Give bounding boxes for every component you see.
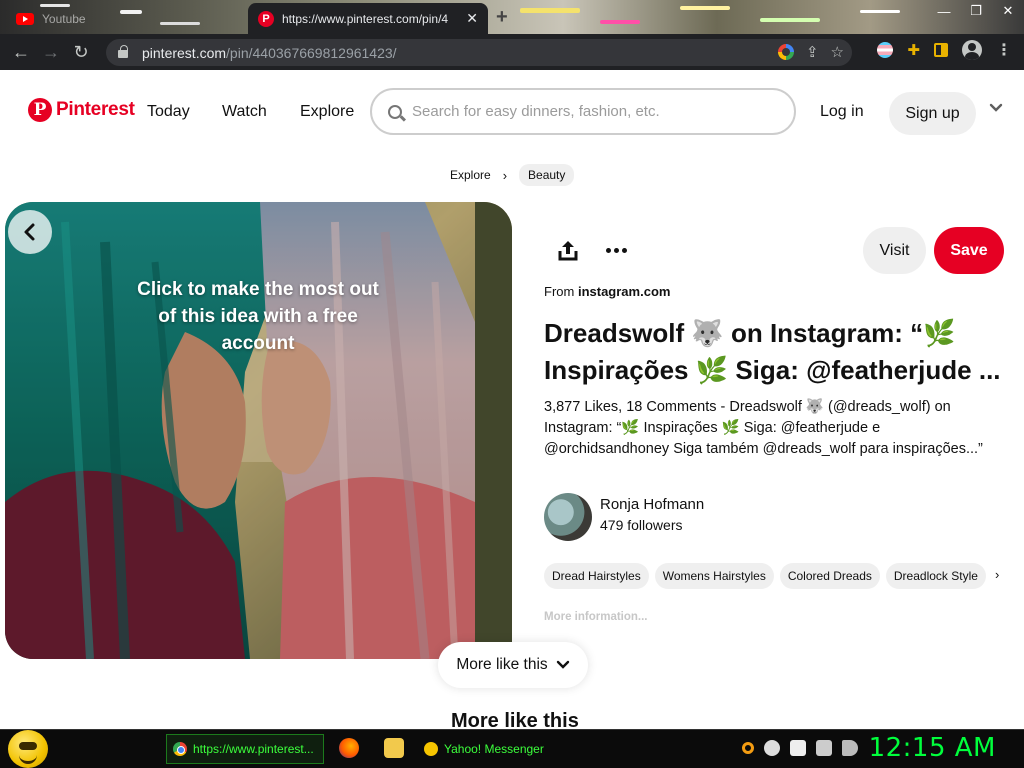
nav-watch[interactable]: Watch: [222, 103, 267, 121]
tag-list: Dread Hairstyles Womens Hairstyles Color…: [544, 563, 986, 589]
chevron-left-icon: [24, 223, 35, 241]
profile-avatar-icon[interactable]: [962, 40, 982, 60]
pin-description: 3,877 Likes, 18 Comments - Dreadswolf 🐺 …: [544, 399, 983, 457]
login-link[interactable]: Log in: [820, 103, 864, 121]
bookmark-star-icon[interactable]: ☆: [831, 43, 844, 61]
yahoo-messenger-icon: [424, 742, 438, 756]
pin-image[interactable]: [5, 202, 512, 659]
breadcrumb: Explore › Beauty: [450, 164, 575, 186]
tab-youtube-label: Youtube: [42, 12, 86, 26]
folder-icon[interactable]: [384, 738, 404, 758]
taskbar-yahoo-label: Yahoo! Messenger: [444, 742, 544, 756]
tab-close-icon[interactable]: ✕: [466, 10, 478, 27]
ellipsis-icon: [605, 247, 611, 253]
firefox-icon[interactable]: [339, 738, 359, 758]
pin-title: Dreadswolf 🐺 on Instagram: “🌿 Inspiraçõe…: [544, 318, 1001, 385]
youtube-icon: [16, 13, 34, 25]
tray-flag-icon[interactable]: [790, 740, 806, 756]
more-like-this-button[interactable]: More like this: [438, 642, 588, 688]
save-button[interactable]: Save: [934, 227, 1004, 274]
chevron-right-icon: ›: [502, 167, 508, 183]
tab-pinterest-label: https://www.pinterest.com/pin/4: [282, 11, 449, 26]
tray-volume-icon[interactable]: [842, 740, 858, 756]
signup-button[interactable]: Sign up: [889, 92, 976, 135]
tag-chip[interactable]: Colored Dreads: [779, 563, 880, 589]
lock-icon[interactable]: [118, 45, 128, 58]
extension-flag-icon[interactable]: [877, 42, 894, 58]
share-page-icon[interactable]: ⇪: [806, 43, 819, 61]
share-button[interactable]: [548, 232, 588, 268]
breadcrumb-beauty[interactable]: Beauty: [519, 164, 575, 186]
tag-chip[interactable]: Dread Hairstyles: [544, 563, 649, 589]
address-path: /pin/440367669812961423/: [226, 44, 397, 61]
tray-network-icon[interactable]: [816, 740, 832, 756]
address-bar[interactable]: pinterest.com/pin/440367669812961423/ ⇪ …: [106, 39, 852, 66]
creator-name[interactable]: Ronja Hofmann: [600, 496, 704, 513]
start-button-smiley-icon[interactable]: [8, 730, 48, 768]
more-information-link[interactable]: More information...: [544, 611, 648, 623]
new-tab-button[interactable]: +: [496, 6, 508, 29]
more-like-this-label: More like this: [456, 656, 548, 673]
taskbar: https://www.pinterest... Yahoo! Messenge…: [0, 729, 1024, 768]
browser-tab-strip: Youtube P https://www.pinterest.com/pin/…: [0, 0, 1024, 34]
tags-next-chevron-icon[interactable]: ›: [995, 567, 999, 582]
address-url: pinterest.com/pin/440367669812961423/: [142, 45, 397, 61]
chevron-down-icon: [556, 660, 569, 669]
search-input[interactable]: [412, 103, 772, 120]
signup-overlay-text[interactable]: Click to make the most out of this idea …: [133, 276, 383, 357]
pin-source-prefix: From: [544, 284, 575, 299]
nav-explore[interactable]: Explore: [300, 103, 354, 121]
taskbar-yahoo-item[interactable]: Yahoo! Messenger: [418, 734, 578, 764]
taskbar-chrome-label: https://www.pinterest...: [193, 742, 314, 756]
more-options-button[interactable]: [596, 232, 636, 268]
taskbar-chrome-item[interactable]: https://www.pinterest...: [166, 734, 324, 764]
browser-menu-icon[interactable]: ⋮: [996, 40, 1012, 60]
chevron-down-icon[interactable]: [988, 100, 1004, 116]
search-box[interactable]: [370, 88, 796, 135]
pinterest-logo-icon: P: [28, 98, 52, 122]
tray-search-icon[interactable]: [742, 742, 754, 754]
extensions-puzzle-icon[interactable]: ✚: [907, 41, 920, 59]
tray-status-icon[interactable]: [764, 740, 780, 756]
nav-today[interactable]: Today: [147, 103, 190, 121]
back-button[interactable]: [8, 210, 52, 254]
visit-button[interactable]: Visit: [863, 227, 926, 274]
pinterest-header: P Pinterest Today Watch Explore Log in S…: [0, 70, 1024, 150]
chrome-icon: [173, 742, 187, 756]
pinterest-logo[interactable]: P Pinterest: [28, 98, 135, 122]
google-lens-icon[interactable]: [777, 44, 794, 60]
pin-photo: [5, 202, 512, 659]
pinterest-wordmark: Pinterest: [56, 99, 135, 120]
share-icon: [558, 241, 578, 261]
address-host: pinterest.com: [142, 44, 227, 61]
pin-source: From instagram.com: [544, 284, 670, 299]
minimize-button[interactable]: —: [928, 2, 960, 20]
reload-icon[interactable]: ↻: [66, 37, 96, 67]
taskbar-clock[interactable]: 12:15 AM: [869, 733, 996, 763]
pinterest-favicon-icon: P: [258, 10, 274, 27]
browser-toolbar: ← → ↻ pinterest.com/pin/4403676698129614…: [0, 34, 1024, 70]
tab-youtube[interactable]: Youtube: [4, 4, 240, 34]
pin-source-link[interactable]: instagram.com: [578, 284, 670, 299]
tab-pinterest[interactable]: P https://www.pinterest.com/pin/4 ✕: [248, 3, 488, 34]
creator-followers: 479 followers: [600, 517, 683, 533]
forward-arrow-icon[interactable]: →: [36, 37, 66, 67]
creator-avatar[interactable]: [544, 493, 592, 541]
search-icon: [388, 104, 402, 119]
window-close-button[interactable]: ✕: [992, 2, 1024, 20]
back-arrow-icon[interactable]: ←: [6, 37, 36, 67]
tag-chip[interactable]: Dreadlock Style: [885, 563, 986, 589]
breadcrumb-explore[interactable]: Explore: [450, 168, 491, 182]
restore-button[interactable]: ❐: [960, 2, 992, 20]
tag-chip[interactable]: Womens Hairstyles: [654, 563, 774, 589]
system-tray: [742, 740, 858, 756]
side-panel-icon[interactable]: [934, 43, 948, 57]
